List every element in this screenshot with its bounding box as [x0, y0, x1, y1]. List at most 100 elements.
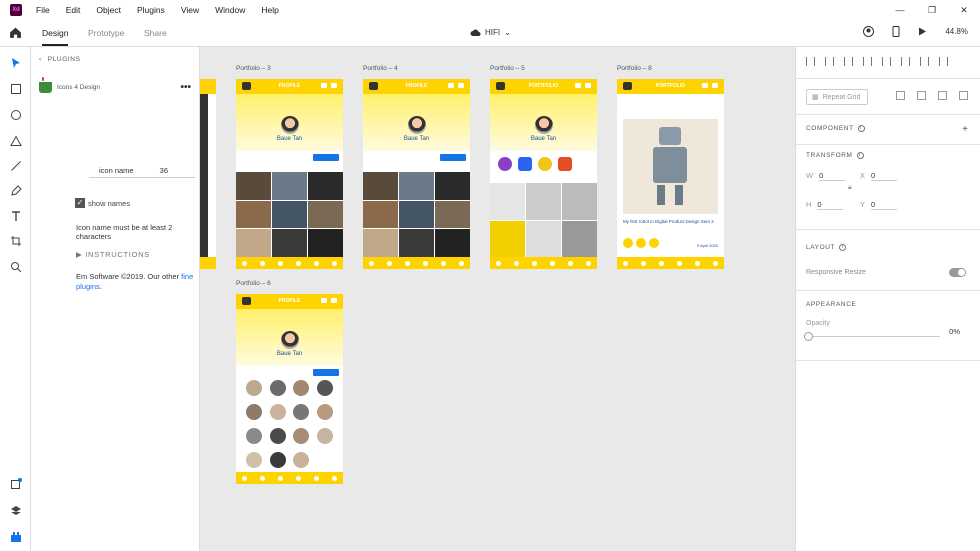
menu-plugins[interactable]: Plugins [137, 5, 165, 15]
avatar [280, 331, 299, 349]
align-bottom-icon[interactable] [844, 57, 853, 66]
intersect-icon[interactable] [938, 91, 947, 100]
tab-prototype[interactable]: Prototype [88, 28, 124, 38]
pen-tool[interactable] [9, 184, 22, 197]
tab-design[interactable]: Design [42, 28, 69, 46]
follow-button [313, 369, 339, 376]
polygon-tool[interactable] [9, 134, 22, 147]
artboard-label-portfolio-5[interactable]: Portfolio – 5 [490, 65, 525, 72]
skill-icons [498, 157, 572, 171]
divider [796, 78, 980, 79]
artboard-portfolio-5[interactable]: PORTFOLIO Baue Tan [490, 79, 597, 269]
robot-photo [623, 119, 718, 214]
xd-window: Xd File Edit Object Plugins View Window … [0, 0, 980, 551]
artboard-partial[interactable] [200, 79, 216, 269]
zoom-level[interactable]: 44.8% [945, 27, 968, 36]
design-canvas[interactable]: Portfolio – 3 PROFILE Baue Tan Portfolio… [200, 47, 795, 551]
plugins-tool[interactable] [9, 530, 22, 543]
height-field[interactable]: H0 [806, 200, 844, 210]
add-component-icon[interactable]: + [962, 124, 968, 135]
width-field[interactable]: W0 [806, 171, 846, 181]
responsive-resize-toggle[interactable] [949, 268, 966, 277]
window-controls: — ❐ ✕ [884, 0, 980, 20]
align-tools [806, 57, 948, 66]
reaction-icons [623, 238, 659, 248]
close-icon[interactable]: ✕ [948, 0, 980, 20]
info-icon[interactable]: i [839, 244, 847, 251]
zoom-tool[interactable] [9, 260, 22, 273]
responsive-resize-label: Responsive Resize [806, 269, 866, 276]
line-tool[interactable] [9, 159, 22, 172]
assets-tool[interactable] [9, 477, 22, 490]
select-tool[interactable] [9, 56, 22, 69]
menu-object[interactable]: Object [96, 5, 121, 15]
align-right-icon[interactable] [920, 57, 929, 66]
y-field[interactable]: Y0 [860, 200, 898, 210]
opacity-slider[interactable] [804, 332, 940, 341]
photo-grid [236, 172, 343, 257]
more-options-icon[interactable]: ••• [180, 82, 191, 93]
document-title[interactable]: HIFI ⌄ [470, 28, 511, 37]
artboard-portfolio-6[interactable]: PROFILE Baue Tan [236, 294, 343, 484]
exclude-icon[interactable] [959, 91, 968, 100]
home-icon[interactable] [9, 26, 22, 39]
info-icon[interactable]: i [856, 152, 864, 159]
tab-share[interactable]: Share [144, 28, 167, 38]
repeat-grid-button[interactable]: ▦ Repeat Grid [806, 89, 868, 105]
align-middle-icon[interactable] [825, 57, 834, 66]
subtract-icon[interactable] [917, 91, 926, 100]
x-field[interactable]: X0 [860, 171, 898, 181]
cloud-icon [470, 29, 481, 36]
ellipse-tool[interactable] [9, 108, 22, 121]
artboard-label-portfolio-3[interactable]: Portfolio – 3 [236, 65, 271, 72]
artboard-header: PROFILE [236, 294, 343, 309]
photo [399, 200, 434, 229]
distribute-vertical-icon[interactable] [863, 57, 872, 66]
opacity-slider-handle[interactable] [804, 332, 813, 341]
instructions-toggle[interactable]: ▶ INSTRUCTIONS [76, 250, 150, 259]
distribute-horizontal-icon[interactable] [939, 57, 948, 66]
add-icon[interactable] [896, 91, 905, 100]
icon-name-field[interactable]: icon name 36 [89, 164, 195, 178]
artboard-label-portfolio-4[interactable]: Portfolio – 4 [363, 65, 398, 72]
photo [435, 229, 470, 257]
profile-banner: Baue Tan [236, 94, 343, 151]
artboard-portfolio-8[interactable]: PORTFOLIO My first robot in Digital Prod… [617, 79, 724, 269]
lock-aspect-icon[interactable]: 🔒︎ [848, 184, 852, 192]
align-left-icon[interactable] [882, 57, 891, 66]
friend-avatar [317, 428, 334, 444]
user-icon[interactable] [863, 26, 875, 37]
layers-tool[interactable] [9, 504, 22, 517]
csharp-icon [498, 157, 512, 171]
artboard-portfolio-4[interactable]: PROFILE Baue Tan [363, 79, 470, 269]
play-icon[interactable] [918, 27, 927, 36]
profile-banner: Baue Tan [490, 94, 597, 151]
align-top-icon[interactable] [806, 57, 815, 66]
artboard-portfolio-3[interactable]: PROFILE Baue Tan [236, 79, 343, 269]
menu-file[interactable]: File [36, 5, 50, 15]
text-tool[interactable] [9, 209, 22, 222]
device-preview-icon[interactable] [892, 26, 900, 37]
y-value: 0 [871, 200, 898, 210]
artboard-tool[interactable] [9, 234, 22, 247]
menu-view[interactable]: View [181, 5, 199, 15]
info-icon[interactable]: i [857, 125, 865, 132]
menu-bar: Xd File Edit Object Plugins View Window … [0, 0, 980, 20]
profile-name: Baue Tan [276, 351, 303, 357]
opacity-value[interactable]: 0% [949, 327, 960, 336]
rectangle-tool[interactable] [9, 82, 22, 95]
photo [399, 229, 434, 257]
menu-window[interactable]: Window [215, 5, 245, 15]
menu-edit[interactable]: Edit [66, 5, 81, 15]
plugins-back-header[interactable]: ‹ PLUGINS [39, 56, 81, 63]
artboard-label-portfolio-6[interactable]: Portfolio – 6 [236, 280, 271, 287]
comment-icon [636, 238, 646, 248]
align-center-icon[interactable] [901, 57, 910, 66]
artboard-label-portfolio-8[interactable]: Portfolio – 8 [617, 65, 652, 72]
show-names-checkbox[interactable]: ✓ show names [75, 198, 130, 208]
minimize-icon[interactable]: — [884, 0, 916, 20]
menu-help[interactable]: Help [261, 5, 278, 15]
friends-grid [242, 380, 337, 468]
restore-icon[interactable]: ❐ [916, 0, 948, 20]
artboard-icon [10, 235, 21, 246]
